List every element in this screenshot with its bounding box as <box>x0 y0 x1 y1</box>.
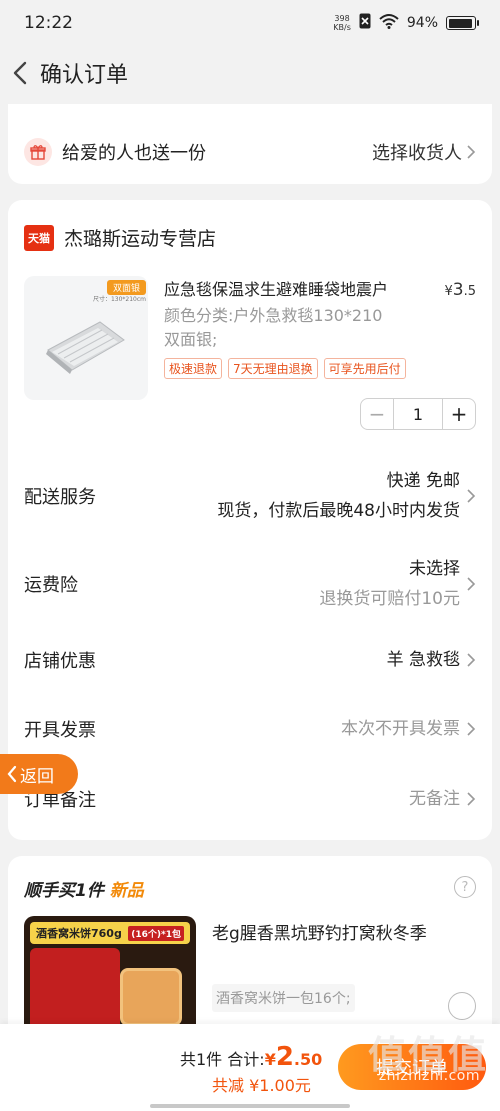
quantity-stepper: − 1 + <box>360 398 476 430</box>
wifi-icon <box>379 13 399 33</box>
product-image[interactable]: 双面银 尺寸：130*210cm <box>24 276 148 400</box>
total-decimal: .50 <box>293 1050 323 1069</box>
nav-bar: 确认订单 <box>0 48 500 98</box>
chevron-right-icon <box>467 577 476 591</box>
total-currency: ¥ <box>264 1050 276 1069</box>
chevron-left-icon <box>7 765 17 783</box>
invoice-value: 本次不开具发票 <box>341 714 460 744</box>
chevron-right-icon <box>467 145 476 159</box>
product-spec[interactable]: 颜色分类:户外急救毯130*210 双面银; <box>164 304 434 352</box>
price-integer: 3 <box>452 280 464 300</box>
item-count: 共1件 <box>180 1050 223 1069</box>
insurance-row[interactable]: 运费险 未选择 退换货可赔付10元 <box>24 554 476 614</box>
total-price: ¥2.50 <box>265 1042 323 1072</box>
store-coupon-row[interactable]: 店铺优惠 羊 急救毯 <box>24 645 476 675</box>
price-currency: ¥ <box>444 284 453 299</box>
gift-label: 给爱的人也送一份 <box>62 143 206 164</box>
gift-card: 给爱的人也送一份 选择收货人 <box>8 104 492 184</box>
spec-line-2: 双面银; <box>164 330 218 349</box>
battery-percent: 94% <box>406 15 438 31</box>
delivery-method: 快递 免邮 <box>386 471 460 491</box>
invoice-status: 本次不开具发票 <box>341 719 460 739</box>
recommend-heading-new: 新品 <box>109 881 144 901</box>
back-icon[interactable] <box>0 48 40 98</box>
return-button[interactable]: 返回 <box>0 754 78 794</box>
recommend-image-label: 酒香窝米饼760g <box>36 927 122 940</box>
gift-icon <box>24 138 52 166</box>
quantity-value[interactable]: 1 <box>393 399 443 429</box>
insurance-label: 运费险 <box>24 575 78 596</box>
service-badges: 极速退款 7天无理由退换 可享先用后付 <box>164 358 406 379</box>
status-time: 12:22 <box>24 13 73 33</box>
store-row[interactable]: 天猫 杰璐斯运动专营店 <box>24 224 216 251</box>
badge-7day-return: 7天无理由退换 <box>228 358 318 379</box>
chevron-right-icon <box>467 489 476 503</box>
insurance-value: 未选择 退换货可赔付10元 <box>319 554 460 614</box>
product-title[interactable]: 应急毯保温求生避难睡袋地震户 <box>164 276 424 300</box>
invoice-label: 开具发票 <box>24 720 96 741</box>
recommend-image-pack: (16个)*1包 <box>128 925 184 941</box>
order-card: 天猫 杰璐斯运动专营店 双面银 尺寸：130*210cm 应急毯保温求生避难睡袋… <box>8 200 492 840</box>
recommend-product-title[interactable]: 老g腥香黑坑野钓打窝秋冬季 <box>212 918 442 950</box>
battery-fill <box>448 18 472 28</box>
total-line: 共1件 合计: ¥2.50 <box>180 1042 322 1072</box>
badge-pay-later: 可享先用后付 <box>323 358 406 379</box>
delivery-value: 快递 免邮 现货，付款后最晚48小时内发货 <box>217 466 460 526</box>
insurance-status: 未选择 <box>409 559 460 579</box>
increase-button[interactable]: + <box>443 399 475 429</box>
gift-row[interactable]: 给爱的人也送一份 选择收货人 <box>24 138 476 166</box>
recommend-bait-graphic <box>120 968 182 1026</box>
sim-icon <box>359 13 371 33</box>
chevron-right-icon <box>467 792 476 806</box>
price-decimal: .5 <box>463 284 476 299</box>
decrease-button[interactable]: − <box>361 399 393 429</box>
total-integer: 2 <box>275 1042 294 1072</box>
choose-recipient-label: 选择收货人 <box>372 143 462 164</box>
store-coupon-value: 羊 急救毯 <box>386 650 460 670</box>
net-speed: 398 KB/s <box>333 14 351 32</box>
product-price: ¥3.5 <box>444 280 476 300</box>
product-image-size: 尺寸：130*210cm <box>92 296 146 303</box>
recommend-product-spec[interactable]: 酒香窝米饼一包16个; <box>212 984 355 1012</box>
discount-total: 共减 ¥1.00元 <box>212 1076 311 1095</box>
order-note-row[interactable]: 订单备注 无备注 <box>24 784 476 814</box>
invoice-row[interactable]: 开具发票 本次不开具发票 <box>24 714 476 744</box>
spec-line-1: 颜色分类:户外急救毯130*210 <box>164 306 383 325</box>
delivery-label: 配送服务 <box>24 487 96 508</box>
status-icons: 398 KB/s 94% <box>333 13 479 33</box>
total-label: 合计: <box>227 1050 265 1069</box>
recommend-heading: 顺手买1件 新品 <box>24 876 144 901</box>
watermark-text: zhizhizhi.com <box>378 1068 480 1084</box>
battery-icon <box>446 16 479 30</box>
chevron-right-icon <box>467 653 476 667</box>
help-icon[interactable]: ? <box>454 876 476 898</box>
delivery-row[interactable]: 配送服务 快递 免邮 现货，付款后最晚48小时内发货 <box>24 466 476 526</box>
store-name: 杰璐斯运动专营店 <box>64 228 217 250</box>
badge-fast-refund: 极速退款 <box>164 358 223 379</box>
order-note-value: 无备注 <box>409 784 460 814</box>
blanket-illustration <box>46 321 125 374</box>
net-speed-unit: KB/s <box>333 23 351 32</box>
status-bar: 12:22 398 KB/s 94% <box>0 0 500 46</box>
product-image-tag: 双面银 <box>106 280 146 295</box>
chevron-right-icon <box>467 722 476 736</box>
store-coupon-label: 店铺优惠 <box>24 651 96 672</box>
page-title: 确认订单 <box>40 63 129 88</box>
recommend-heading-main: 顺手买1件 <box>24 881 110 901</box>
tmall-logo: 天猫 <box>24 224 54 251</box>
return-label: 返回 <box>20 766 54 787</box>
order-note-status: 无备注 <box>409 789 460 809</box>
insurance-desc: 退换货可赔付10元 <box>319 589 460 609</box>
recommend-image-banner: 酒香窝米饼760g (16个)*1包 <box>30 922 190 944</box>
recommend-select-checkbox[interactable] <box>448 992 476 1020</box>
net-speed-value: 398 <box>334 14 350 23</box>
choose-recipient-button[interactable]: 选择收货人 <box>372 139 476 165</box>
delivery-time: 现货，付款后最晚48小时内发货 <box>217 501 460 521</box>
home-indicator[interactable] <box>150 1104 350 1108</box>
